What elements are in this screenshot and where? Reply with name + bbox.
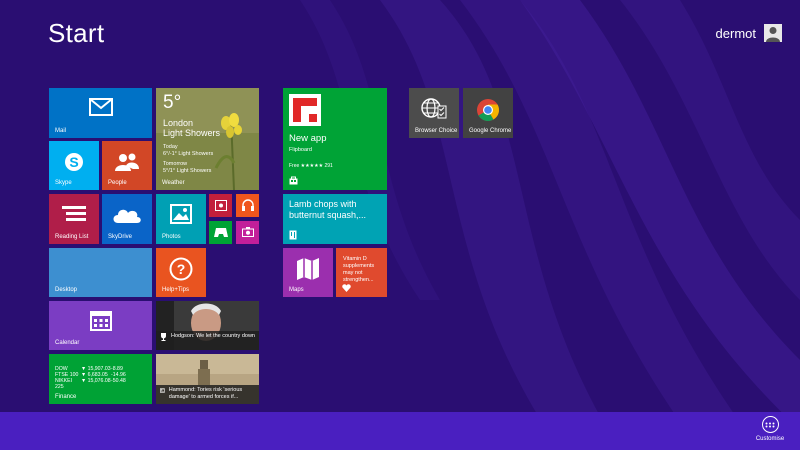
start-title: Start: [48, 18, 105, 48]
gamepad-icon: [209, 228, 232, 237]
globe-checklist-icon: [409, 97, 459, 119]
sport-caption: Hodgson: We let the country down: [156, 331, 259, 350]
reading-list-tile[interactable]: Reading List: [49, 194, 99, 244]
weather-today-label: Today: [163, 144, 178, 150]
camera-tile[interactable]: [236, 221, 259, 244]
people-label: People: [108, 180, 127, 186]
browser-choice-tile[interactable]: Browser Choice: [409, 88, 459, 138]
weather-today-value: 6°/-1° Light Showers: [163, 151, 214, 157]
flipboard-subtitle: Flipboard: [289, 147, 312, 153]
customise-label: Customise: [755, 436, 785, 442]
chrome-icon: [463, 98, 513, 122]
help-tile[interactable]: ? Help+Tips: [156, 248, 206, 297]
camera-icon: [236, 227, 259, 237]
cloud-icon: [102, 206, 152, 224]
svg-text:?: ?: [177, 261, 186, 277]
skype-label: Skype: [55, 180, 72, 186]
desktop-label: Desktop: [55, 287, 78, 293]
news-icon: [160, 388, 165, 393]
flipboard-title: New app: [289, 133, 327, 144]
skydrive-label: SkyDrive: [108, 234, 133, 240]
people-tile[interactable]: People: [102, 141, 152, 190]
flipboard-rating: Free ★★★★★ 291: [289, 163, 333, 169]
calendar-icon: [49, 311, 152, 331]
maps-tile[interactable]: Maps: [283, 248, 333, 297]
chrome-label: Google Chrome: [469, 128, 512, 134]
skydrive-tile[interactable]: SkyDrive: [102, 194, 152, 244]
games-tile[interactable]: [209, 221, 232, 244]
photos-tile[interactable]: Photos: [156, 194, 206, 244]
sport-tile[interactable]: Hodgson: We let the country down: [156, 301, 259, 350]
food-icon: [289, 230, 297, 240]
user-account[interactable]: dermot: [716, 24, 782, 42]
trophy-icon: [161, 333, 166, 341]
news-tile[interactable]: Hammond: Tories risk 'serious damage' to…: [156, 354, 259, 404]
user-name: dermot: [715, 25, 756, 41]
browser-choice-label: Browser Choice: [415, 128, 458, 134]
svg-text:S: S: [69, 154, 78, 170]
people-icon: [102, 152, 152, 172]
weather-info: 5° London Light Showers Today 6°/-1° Lig…: [163, 93, 220, 175]
heart-icon: [342, 284, 351, 292]
weather-tomorrow-value: 5°/1° Light Showers: [163, 168, 212, 174]
skype-icon: S: [49, 151, 99, 173]
envelope-icon: [49, 98, 152, 116]
weather-tile[interactable]: 5° London Light Showers Today 6°/-1° Lig…: [156, 88, 259, 190]
skype-tile[interactable]: S Skype: [49, 141, 99, 190]
health-headline: Vitamin D supplements may not strengthen…: [343, 256, 375, 283]
weather-label: Weather: [162, 180, 185, 186]
calendar-label: Calendar: [55, 340, 80, 346]
weather-temperature: 5°: [163, 92, 182, 113]
reading-list-label: Reading List: [55, 234, 89, 240]
calendar-tile[interactable]: Calendar: [49, 301, 152, 350]
finance-tile[interactable]: DOW ▼ 15,907.03 -8.89 FTSE 100 ▼ 6,683.05 -1…: [49, 354, 152, 404]
finance-row: NIKKEI 225 ▼ 15,076.08 -50.48: [55, 378, 126, 390]
news-headline: Hammond: Tories risk 'serious damage' to…: [168, 387, 243, 400]
weather-tomorrow-label: Tomorrow: [163, 161, 188, 167]
mail-tile[interactable]: Mail: [49, 88, 152, 138]
mail-label: Mail: [55, 128, 67, 134]
health-tile[interactable]: Vitamin D supplements may not strengthen…: [336, 248, 387, 297]
video-icon: [209, 200, 232, 211]
photos-label: Photos: [162, 234, 181, 240]
news-caption: Hammond: Tories risk 'serious damage' to…: [156, 385, 259, 404]
flipboard-logo-icon: [289, 94, 321, 126]
flipboard-tile[interactable]: New app Flipboard Free ★★★★★ 291: [283, 88, 387, 190]
finance-quotes: DOW ▼ 15,907.03 -8.89 FTSE 100 ▼ 6,683.05 -1…: [55, 366, 126, 390]
video-tile[interactable]: [209, 194, 232, 217]
weather-city: London: [163, 118, 194, 128]
picture-icon: [156, 204, 206, 224]
maps-label: Maps: [289, 287, 304, 293]
headphones-icon: [236, 199, 259, 211]
map-icon: [283, 258, 333, 280]
ellipsis-icon: [761, 416, 779, 433]
chrome-tile[interactable]: Google Chrome: [463, 88, 513, 138]
food-tile[interactable]: Lamb chops with butternut squash,...: [283, 194, 387, 244]
weather-condition: Light Showers: [163, 128, 221, 138]
customise-button[interactable]: Customise: [750, 416, 790, 442]
user-avatar-icon: [764, 24, 782, 42]
food-headline: Lamb chops with butternut squash,...: [289, 199, 367, 220]
question-icon: ?: [156, 257, 206, 281]
finance-label: Finance: [55, 394, 77, 400]
help-label: Help+Tips: [162, 287, 189, 293]
sport-headline: Hodgson: We let the country down: [171, 333, 255, 339]
reading-list-icon: [49, 206, 99, 224]
music-tile[interactable]: [236, 194, 259, 217]
desktop-tile[interactable]: Desktop: [49, 248, 152, 297]
app-bar: [0, 412, 800, 450]
store-bag-icon: [289, 176, 298, 185]
